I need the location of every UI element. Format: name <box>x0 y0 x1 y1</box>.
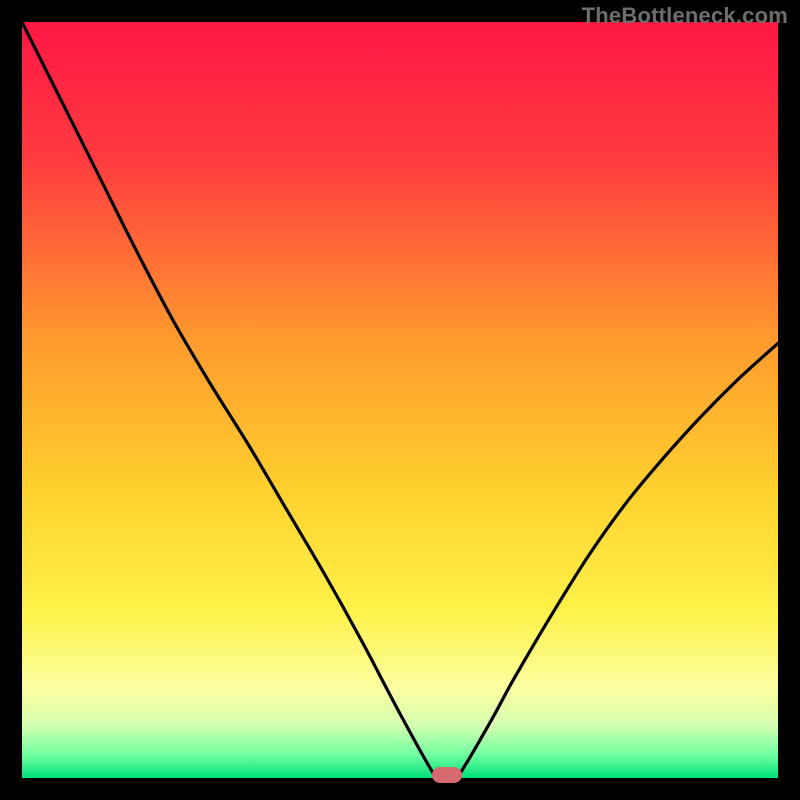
watermark-text: TheBottleneck.com <box>582 3 788 29</box>
chart-frame: TheBottleneck.com <box>0 0 800 800</box>
plot-area <box>22 22 778 778</box>
optimal-marker <box>432 767 462 783</box>
gradient-background <box>22 22 778 778</box>
plot-svg <box>22 22 778 778</box>
